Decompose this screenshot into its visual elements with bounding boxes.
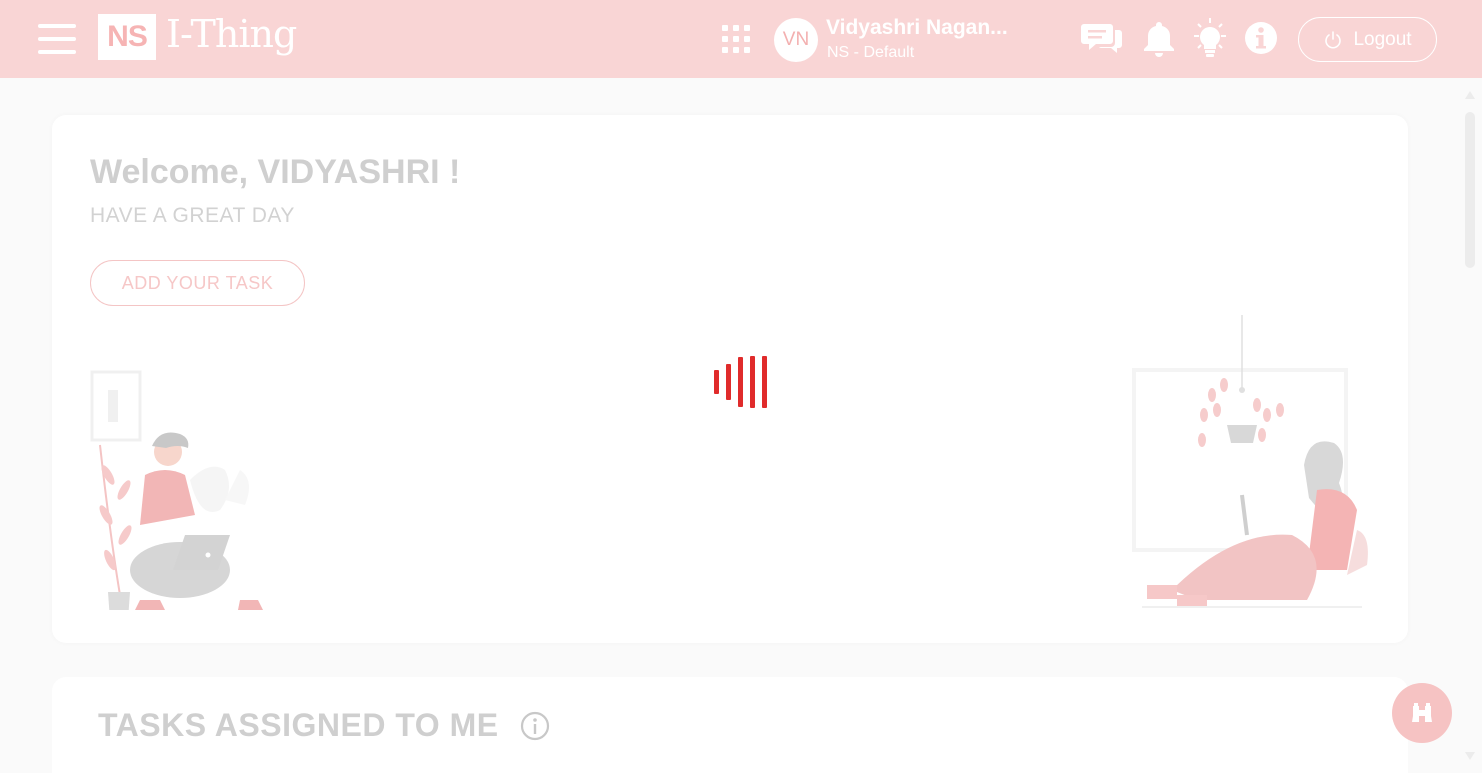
logo-text: I-Thing xyxy=(166,12,297,56)
bell-icon[interactable] xyxy=(1142,18,1176,58)
power-icon xyxy=(1325,30,1342,48)
logo-badge: NS xyxy=(98,14,156,60)
add-your-task-button[interactable]: ADD YOUR TASK xyxy=(90,260,305,306)
loading-spinner xyxy=(714,356,770,410)
chat-icon[interactable] xyxy=(1080,18,1124,58)
hamburger-menu-icon[interactable] xyxy=(38,22,76,56)
logout-button[interactable]: Logout xyxy=(1298,17,1437,62)
binoculars-button[interactable] xyxy=(1392,683,1452,743)
man-with-laptop-illustration xyxy=(90,370,263,610)
welcome-title: Welcome, VIDYASHRI ! xyxy=(90,153,461,191)
scroll-up-arrow-icon[interactable] xyxy=(1464,90,1476,100)
welcome-subtitle: HAVE A GREAT DAY xyxy=(90,204,295,227)
tasks-assigned-card: TASKS ASSIGNED TO ME xyxy=(52,677,1408,773)
top-header: NS I-Thing VN Vidyashri Nagan... NS - De… xyxy=(0,0,1482,78)
user-name[interactable]: Vidyashri Nagan... xyxy=(826,16,1008,40)
scroll-down-arrow-icon[interactable] xyxy=(1464,751,1476,761)
user-avatar[interactable]: VN xyxy=(774,18,818,62)
woman-with-laptop-illustration xyxy=(1132,315,1368,608)
tasks-assigned-title: TASKS ASSIGNED TO ME xyxy=(98,707,499,743)
logout-label: Logout xyxy=(1353,28,1412,50)
user-organization: NS - Default xyxy=(827,44,915,61)
lightbulb-icon[interactable] xyxy=(1190,18,1230,58)
info-icon[interactable] xyxy=(1244,18,1278,58)
binoculars-icon xyxy=(1412,703,1432,722)
info-icon[interactable] xyxy=(520,711,550,741)
scrollbar-thumb[interactable] xyxy=(1465,112,1475,268)
apps-grid-icon[interactable] xyxy=(722,25,750,53)
